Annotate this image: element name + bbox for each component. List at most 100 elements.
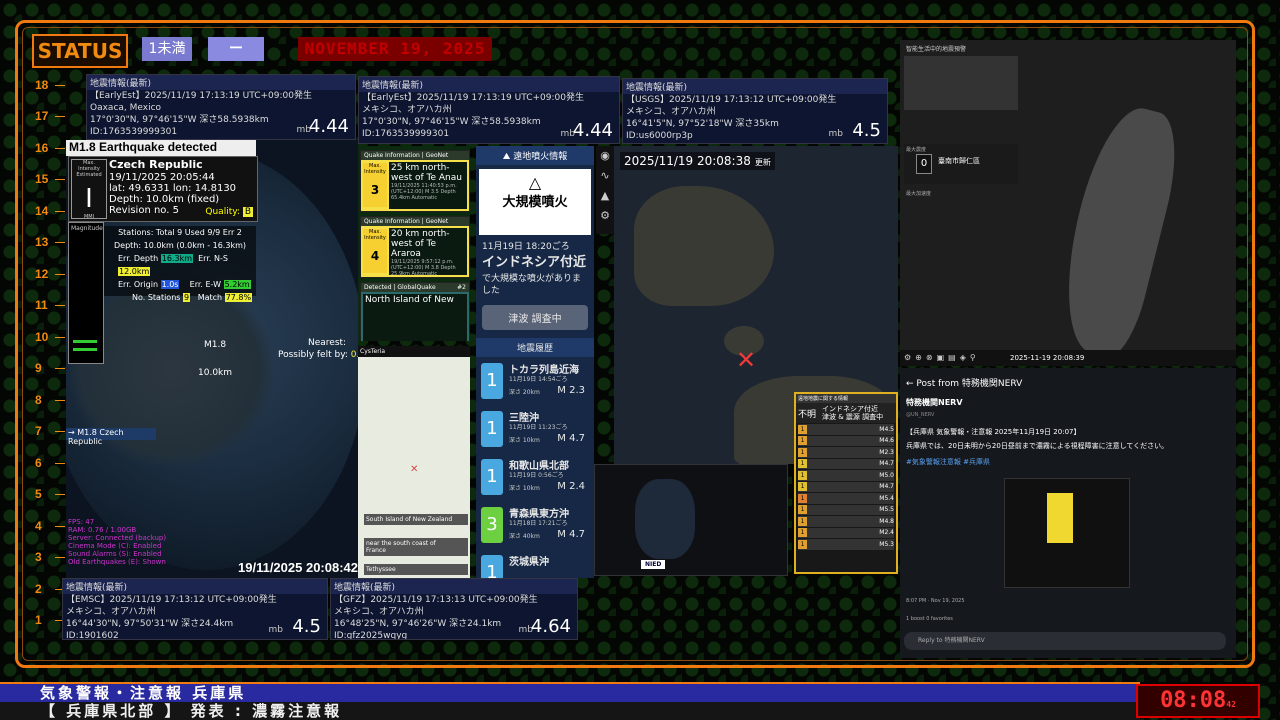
japan-map (635, 479, 695, 559)
mb-label: mb (828, 129, 843, 139)
magnitude-label: Magnitude (71, 225, 103, 232)
far-quake-row[interactable]: 1 M5.5 (798, 504, 894, 515)
legend-cinema: Cinema Mode (C): Enabled (68, 542, 162, 550)
magnitude-bar (73, 348, 97, 351)
globe-timestamp: 19/11/2025 20:08:42 (238, 560, 358, 575)
quality-label: Quality: (205, 207, 240, 217)
mmi-label: MMI (83, 214, 95, 220)
stations-total: Stations: Total 9 Used 9/9 Err 2 (118, 228, 242, 237)
social-post: ← Post from 特務機関NERV 特務機関NERV @UN_NERV 【兵… (900, 368, 1236, 658)
err-ew-label: Err. E-W (189, 280, 222, 289)
history-item[interactable]: 3 青森県東方沖 11月18日 17:21ごろ 深さ 40km M 4.7 (479, 505, 591, 549)
map-clock-time: 2025/11/19 20:08:38 (624, 154, 751, 168)
geonet-card[interactable]: Quake Information | GeoNet Max. Intensit… (360, 216, 470, 278)
history-item[interactable]: 1 三陸沖 11月19日 11:23ごろ 深さ 10km M 4.7 (479, 409, 591, 453)
err-ns-label: Err. N-S (198, 254, 228, 263)
eq-latlon: lat: 49.6331 lon: 14.8130 (109, 183, 237, 194)
tw-shindo: 最大震度 0 臺南市歸仁區 (904, 144, 1018, 184)
eq-detected-title: M1.8 Earthquake detected (66, 140, 256, 156)
legend-fps: FPS: 47 (68, 518, 95, 526)
felt-by: Possibly felt by: 0.1k (278, 350, 370, 360)
post-handle: @UN_NERV (906, 412, 935, 418)
far-quake-row[interactable]: 1 M4.5 (798, 424, 894, 435)
far-quake-row[interactable]: 1 M4.6 (798, 435, 894, 446)
far-quake-row[interactable]: 1 M4.7 (798, 458, 894, 469)
panel-title: 地震情報(最新) (623, 79, 887, 94)
small-map-label-line: France (366, 547, 386, 554)
far-quake-row[interactable]: 1 M5.0 (798, 470, 894, 481)
history-item[interactable]: 1 和歌山県北部 11月19日 0:56ごろ 深さ 10km M 2.4 (479, 457, 591, 501)
far-quake-row-intensity: 1 (798, 436, 807, 446)
legend-ram: RAM: 0.76 / 1.00GB (68, 526, 137, 534)
post-body-title: 【兵庫県 気象警報・注意報 2025年11月19日 20:07】 (906, 428, 1081, 436)
post-username: 特務機関NERV (906, 398, 963, 407)
warning-icon[interactable]: ▲ (596, 186, 614, 206)
history-date: 11月19日 0:56ごろ (509, 472, 564, 479)
legend-server: Server: Connected (backup) (68, 534, 167, 542)
ruler-tick: 2 (35, 582, 65, 596)
geonet-level: Max. Intensity 3 (363, 163, 387, 207)
far-quake-row[interactable]: 1 M4.7 (798, 481, 894, 492)
bell-icon[interactable]: ◉ (596, 146, 614, 166)
clock-seconds: 42 (1226, 700, 1236, 709)
far-quake-row-mag: M2.3 (879, 448, 894, 456)
far-quake-row[interactable]: 1 M2.3 (798, 447, 894, 458)
far-quake-row[interactable]: 1 M5.4 (798, 493, 894, 504)
far-quake-top: 不明 インドネシア付近 津波 & 震源 調査中 (796, 403, 896, 423)
panel-line: ID:us6000rp3p (626, 131, 693, 141)
nied-map[interactable]: NIED (594, 464, 788, 576)
status-label: STATUS (32, 34, 128, 68)
tw-waveform (904, 56, 1018, 110)
post-timestamp: 8:07 PM · Nov 19, 2025 (906, 598, 965, 604)
far-quake-row-mag: M2.4 (879, 529, 894, 537)
far-quake-row[interactable]: 1 M4.8 (798, 516, 894, 527)
far-quake-row-intensity: 1 (798, 516, 807, 526)
far-quake-row[interactable]: 1 M2.4 (798, 527, 894, 538)
err-ew-value: 5.2km (223, 280, 251, 289)
felt-label: Possibly felt by: (278, 350, 348, 360)
ruler-tick: 12 (35, 267, 65, 281)
far-quake-row-intensity: 1 (798, 539, 807, 549)
post-tags[interactable]: #気象警報注意報 #兵庫県 (900, 457, 1236, 467)
toolbar-icons[interactable]: ⚙⊕⊗▣▤◈⚲ (904, 350, 980, 366)
small-map-label: near the south coast of France (364, 538, 468, 556)
small-map-label: Tethyssee (364, 564, 468, 575)
volcano-card: △ 大規模噴火 (479, 169, 591, 235)
panel-line: 【EarlyEst】2025/11/19 17:13:19 UTC+09:00発… (90, 91, 312, 101)
post-image[interactable] (1004, 478, 1130, 588)
tsunami-status-button[interactable]: 津波 調査中 (482, 305, 588, 330)
history-item[interactable]: 1 トカラ列島近海 11月19日 14:54ごろ 深さ 20km M 2.3 (479, 361, 591, 405)
depth-range: Depth: 10.0km (0.0km - 16.3km) (114, 241, 246, 250)
panel-title: 地震情報(最新) (331, 579, 577, 594)
wave-icon[interactable]: ∿ (596, 166, 614, 186)
small-map[interactable]: CysTeria ✕ South Island of New Zealand n… (358, 346, 470, 578)
map-clock: 2025/11/19 20:08:38 更新 (620, 152, 775, 170)
far-quake-row[interactable]: 1 M5.3 (798, 539, 894, 550)
panel-line: Oaxaca, Mexico (90, 103, 162, 113)
history-depth: 深さ 20km (509, 389, 540, 396)
nied-logo: NIED (641, 560, 666, 569)
history-date: 11月19日 11:23ごろ (509, 424, 568, 431)
eq-depth: Depth: 10.0km (fixed) (109, 194, 220, 205)
far-quake-sub: 津波 & 震源 調査中 (822, 413, 884, 421)
eq-region: Czech Republic (109, 158, 203, 171)
panel-line: メキシコ、オアハカ州 (362, 105, 452, 115)
tw-title: 智能生活中的地震預警 (906, 46, 967, 53)
far-quake-header: 遠地地震に関する情報 (796, 394, 896, 403)
panel-line: 【EarlyEst】2025/11/19 17:13:19 UTC+09:00発… (362, 93, 584, 103)
history-item[interactable]: 1 茨城県沖 (479, 553, 591, 578)
panel-line: 16°44'30"N, 97°50'31"W 深さ24.4km (66, 619, 234, 629)
globalquake-card[interactable]: Detected | GlobalQuake #2 North Island o… (360, 282, 470, 341)
geonet-sub: 19/11/2025 11:40:53 p.m. (UTC+12:00) M 3… (391, 183, 457, 201)
small-map-label-line: near the south coast of (366, 540, 436, 547)
geonet-card[interactable]: Quake Information | GeoNet Max. Intensit… (360, 150, 470, 212)
legend-sound: Sound Alarms (S): Enabled (68, 550, 162, 558)
history-name: 茨城県沖 (509, 557, 549, 568)
ticker-text: 【 兵庫県北部 】 発表 : 濃霧注意報 (0, 702, 1140, 720)
taiwan-eew-map[interactable]: 智能生活中的地震預警 最大震度 0 臺南市歸仁區 最大加速度 ⚙⊕⊗▣▤◈⚲ 2… (900, 40, 1236, 366)
reply-input[interactable]: Reply to 特務機関NERV (904, 632, 1226, 650)
small-map-title: CysTeria (358, 346, 470, 357)
history-mag: M 4.7 (557, 529, 585, 540)
mb-label: mb (268, 625, 283, 635)
settings-icon[interactable]: ⚙ (596, 206, 614, 226)
